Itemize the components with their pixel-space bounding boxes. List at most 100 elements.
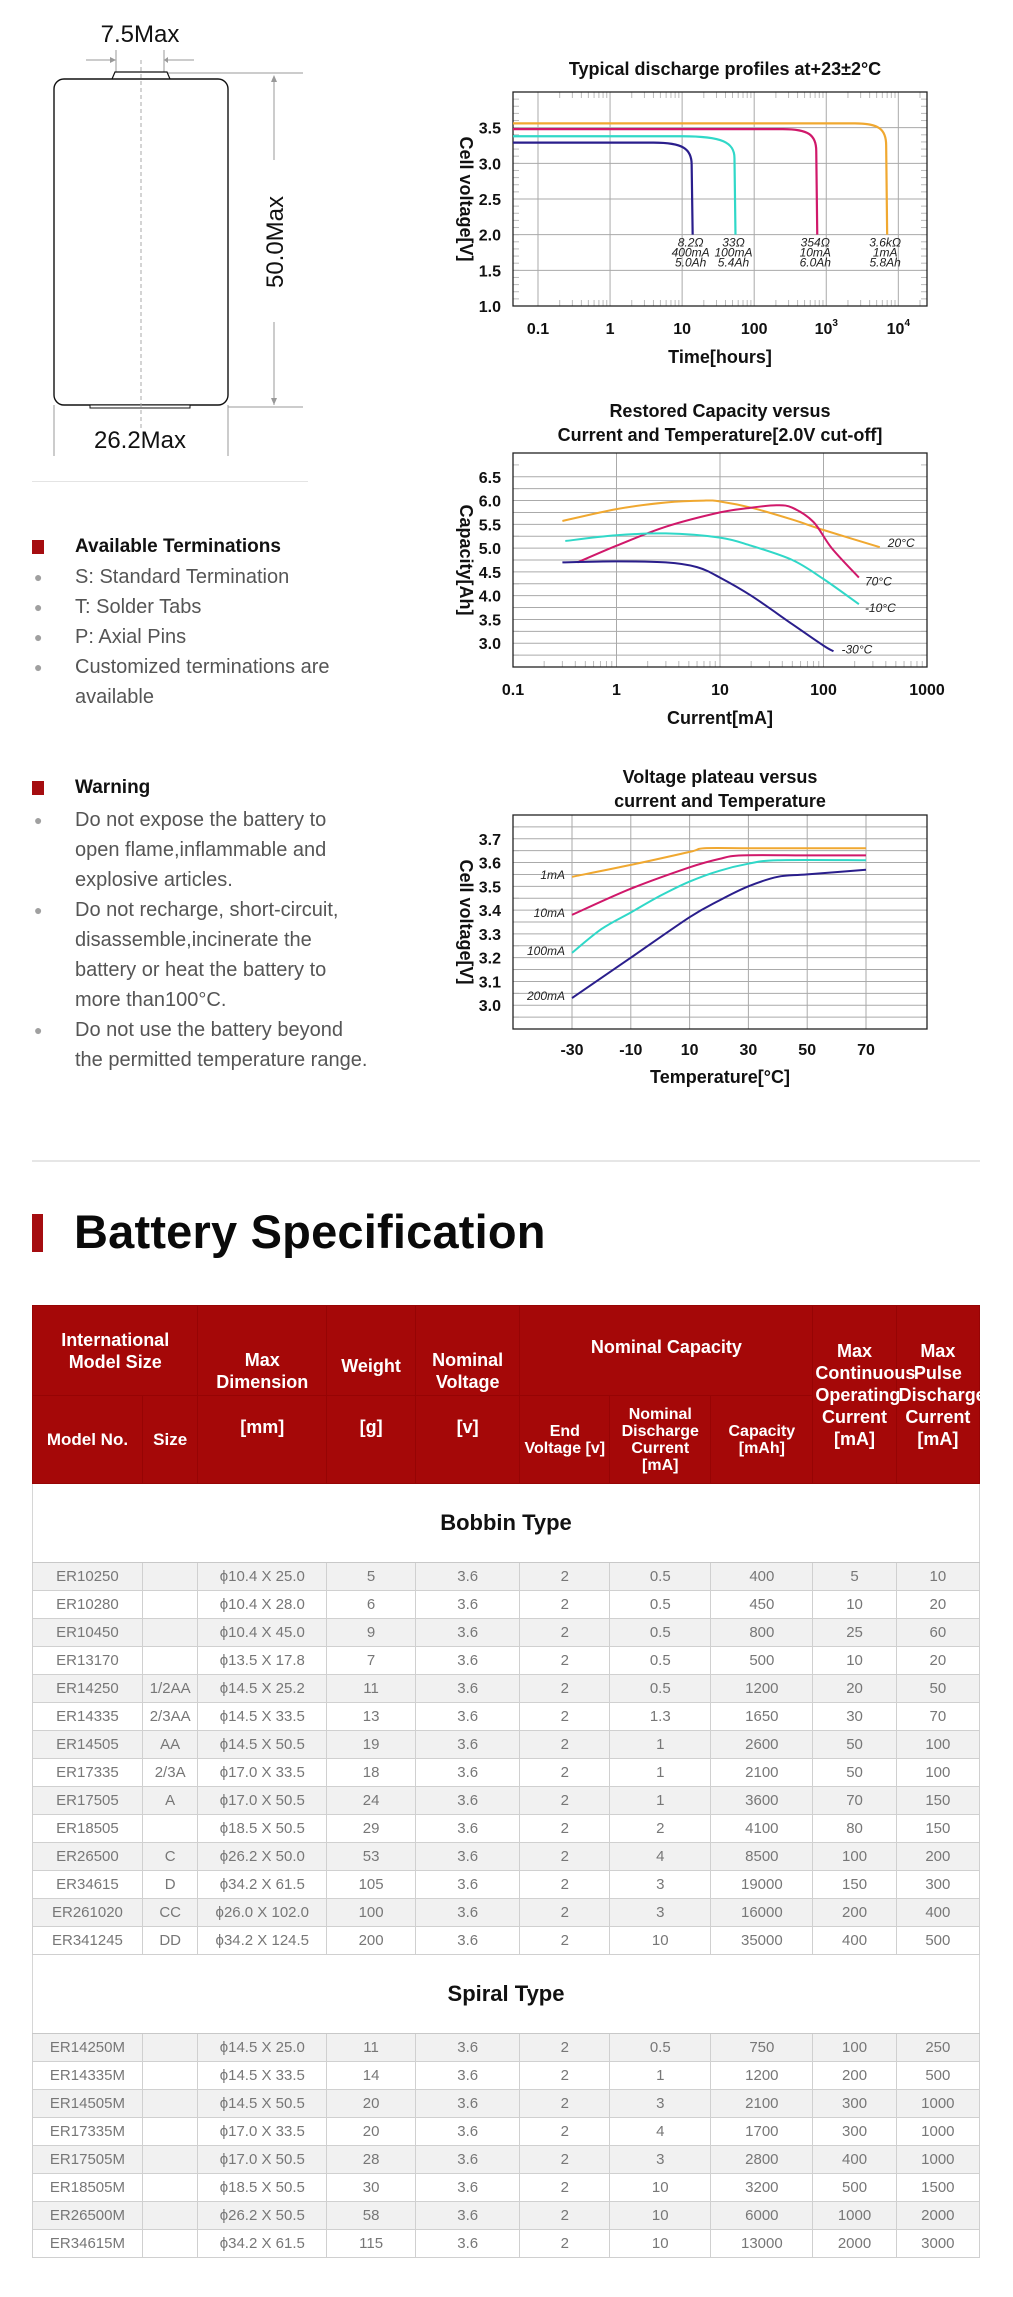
restored-capacity-svg: Restored Capacity versus Current and Temp… — [456, 401, 945, 728]
table-cell: ϕ17.0 X 50.5 — [197, 1786, 328, 1815]
table-cell: 2600 — [710, 1730, 814, 1759]
bullet-icon: ● — [34, 902, 43, 918]
table-cell: ER17505 — [32, 1786, 143, 1815]
bullet-icon: ● — [34, 1022, 43, 1038]
table-cell: 2 — [519, 2229, 611, 2258]
table-row: ER10280 ϕ10.4 X 28.0 6 3.6 2 0.5 450 10 20 — [32, 1590, 981, 1619]
y-tick-label: 3.3 — [479, 927, 501, 944]
red-square-icon — [32, 540, 44, 554]
table-cell: CC — [141, 1898, 199, 1927]
table-cell: 3.6 — [414, 2201, 521, 2230]
x-tick-label: 1000 — [909, 682, 945, 699]
table-cell: 70 — [812, 1786, 897, 1815]
table-cell: 200 — [895, 1842, 981, 1871]
table-cell — [141, 2145, 199, 2174]
table-cell: 4 — [609, 1842, 712, 1871]
series-line-1 — [577, 504, 860, 579]
table-cell: 3.6 — [414, 1870, 521, 1899]
table-cell: 3.6 — [414, 1730, 521, 1759]
table-cell: ER10450 — [32, 1618, 143, 1647]
table-cell: ER17335M — [32, 2117, 143, 2146]
header-model-no: Model No. — [32, 1395, 143, 1484]
table-cell: 8500 — [710, 1842, 814, 1871]
table-cell: 300 — [812, 2089, 897, 2118]
table-cell: 60 — [895, 1618, 981, 1647]
bullet-icon: ● — [34, 659, 43, 675]
table-cell: ϕ34.2 X 61.5 — [197, 2229, 328, 2258]
table-cell: 2 — [519, 2033, 611, 2062]
y-axis-label: Cell voltage[V] — [456, 859, 476, 984]
table-row: ER10450 ϕ10.4 X 45.0 9 3.6 2 0.5 800 25 60 — [32, 1618, 981, 1647]
table-cell: 3.6 — [414, 1702, 521, 1731]
table-cell: 3.6 — [414, 2089, 521, 2118]
table-cell: 200 — [812, 2061, 897, 2090]
series-line-1 — [513, 127, 819, 235]
table-cell: 3600 — [710, 1786, 814, 1815]
table-cell: ϕ10.4 X 28.0 — [197, 1590, 328, 1619]
table-cell — [141, 1646, 199, 1675]
y-axis-label: Capacity[Ah] — [456, 504, 476, 615]
table-cell — [141, 1618, 199, 1647]
table-row: ER17335M ϕ17.0 X 33.5 20 3.6 2 4 1700 300 1000 — [32, 2117, 981, 2146]
series-line-0 — [513, 122, 889, 235]
table-cell: ϕ14.5 X 33.5 — [197, 1702, 328, 1731]
table-cell: 5 — [326, 1562, 416, 1591]
table-cell: 3.6 — [414, 2229, 521, 2258]
table-cell: 3.6 — [414, 1814, 521, 1843]
table-cell: ER17335 — [32, 1758, 143, 1787]
table-cell: 2/3A — [141, 1758, 199, 1787]
table-cell: ER26500 — [32, 1842, 143, 1871]
table-cell: 2 — [519, 2173, 611, 2202]
table-cell: 2 — [519, 1590, 611, 1619]
table-cell: 500 — [895, 2061, 981, 2090]
list-item: ● Customized terminations are available — [32, 652, 362, 712]
table-cell: ϕ17.0 X 33.5 — [197, 1758, 328, 1787]
bullet-icon: ● — [34, 812, 43, 828]
table-cell — [141, 2033, 199, 2062]
header-unit-mm: [mm] — [197, 1395, 328, 1484]
table-cell: 5 — [812, 1562, 897, 1591]
table-cell: 18 — [326, 1758, 416, 1787]
series-line-2 — [513, 135, 737, 235]
y-tick-label: 1.0 — [479, 299, 501, 316]
table-cell: ER10250 — [32, 1562, 143, 1591]
red-bar-icon — [32, 1214, 43, 1252]
list-item-text: Customized terminations are available — [75, 656, 330, 708]
x-tick-label: 100 — [741, 321, 768, 338]
table-cell: ER18505 — [32, 1814, 143, 1843]
series-label: -30°C — [842, 642, 873, 656]
table-cell — [141, 2117, 199, 2146]
table-cell: 50 — [812, 1758, 897, 1787]
table-cell: 105 — [326, 1870, 416, 1899]
table-cell: 3.6 — [414, 1618, 521, 1647]
table-cell: ϕ34.2 X 124.5 — [197, 1926, 328, 1955]
y-tick-label: 3.7 — [479, 832, 501, 849]
table-cell: 2100 — [710, 1758, 814, 1787]
table-row: ER13170 ϕ13.5 X 17.8 7 3.6 2 0.5 500 10 20 — [32, 1646, 981, 1675]
table-cell: 3 — [609, 1898, 712, 1927]
table-cell: 400 — [710, 1562, 814, 1591]
table-cell: 2 — [519, 2117, 611, 2146]
y-tick-label: 1.5 — [479, 263, 501, 280]
series-line-2 — [565, 532, 860, 606]
series-line-3 — [513, 141, 694, 235]
table-cell: 400 — [895, 1898, 981, 1927]
table-cell: 50 — [895, 1674, 981, 1703]
terminations-list: ● S: Standard Termination ● T: Solder Tabs… — [32, 562, 392, 712]
table-cell: ϕ18.5 X 50.5 — [197, 2173, 328, 2202]
header-unit-v: [v] — [414, 1395, 521, 1484]
table-cell: ER13170 — [32, 1646, 143, 1675]
table-cell: 24 — [326, 1786, 416, 1815]
table-cell: ϕ14.5 X 33.5 — [197, 2061, 328, 2090]
chart-title-line: current and Temperature — [614, 791, 826, 811]
table-cell: 1200 — [710, 2061, 814, 2090]
table-cell: ER14335 — [32, 1702, 143, 1731]
table-cell: ϕ17.0 X 50.5 — [197, 2145, 328, 2174]
table-cell: 200 — [812, 1898, 897, 1927]
y-tick-label: 4.5 — [479, 565, 501, 582]
top-width-label: 7.5Max — [101, 21, 180, 48]
table-cell: 29 — [326, 1814, 416, 1843]
table-cell: ER14250 — [32, 1674, 143, 1703]
table-cell: ER261020 — [32, 1898, 143, 1927]
table-cell: 1 — [609, 1786, 712, 1815]
